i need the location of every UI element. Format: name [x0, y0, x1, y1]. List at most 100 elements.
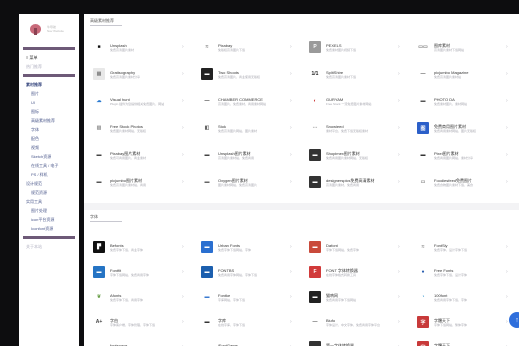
sidebar-item[interactable]: icon平台资源 — [19, 215, 79, 224]
sidebar-item[interactable]: 图片处理 — [19, 206, 79, 215]
resource-card[interactable]: ≈ FontSly 免费字体，设计字体下载 › — [412, 239, 516, 255]
sidebar-item[interactable]: 规范资源 — [19, 188, 79, 197]
chevron-right-icon[interactable]: › — [506, 71, 508, 77]
sidebar-item[interactable]: 热门推荐 — [19, 62, 79, 71]
resource-card[interactable]: ▬fontspace免费字体下载网站› — [88, 339, 192, 346]
sidebar-item[interactable]: 关于本站 — [19, 242, 79, 251]
sidebar-item[interactable]: Sketch资源 — [19, 152, 79, 161]
chevron-right-icon[interactable]: › — [290, 319, 292, 325]
chevron-right-icon[interactable]: › — [398, 179, 400, 185]
resource-card[interactable]: ▭▭ 图库素材 高清图片素材下载网站 › — [412, 39, 516, 55]
resource-card[interactable]: ≈ Pixabay 免版权高清图片下载 › — [196, 39, 300, 55]
sidebar-item[interactable]: 视频 — [19, 143, 79, 152]
resource-card[interactable]: ▛ Befonts 免费字体下载，商业字体 › — [88, 239, 192, 255]
chevron-right-icon[interactable]: › — [506, 294, 508, 300]
resource-card[interactable]: ▬ FONTBS 免费商用字体网站，字体下载 › — [196, 264, 300, 280]
resource-card[interactable]: ◧ Stok 免费高清图片网站，图片素材 › — [196, 120, 300, 136]
sidebar-item[interactable]: 高级素材推荐 — [19, 116, 79, 125]
chevron-right-icon[interactable]: › — [398, 244, 400, 250]
chevron-right-icon[interactable]: › — [290, 44, 292, 50]
resource-card[interactable]: 字字體天下 字体下载网站，繁体字体 › — [412, 314, 516, 330]
chevron-right-icon[interactable]: › — [290, 125, 292, 131]
chevron-right-icon[interactable]: › — [182, 319, 184, 325]
resource-card[interactable]: ▬ Fontfit 字体下载网站，免费商用字体 › — [88, 264, 192, 280]
chevron-right-icon[interactable]: › — [506, 179, 508, 185]
chevron-right-icon[interactable]: › — [398, 294, 400, 300]
chevron-right-icon[interactable]: › — [182, 98, 184, 104]
site-logo[interactable]: 牛导航 Nav Website — [19, 14, 79, 44]
resource-card[interactable]: 1/1 SplitShire 免费高清图片素材下载 › — [304, 66, 408, 82]
chevron-right-icon[interactable]: › — [398, 152, 400, 158]
sidebar-item[interactable]: 图标 — [19, 107, 79, 116]
chevron-right-icon[interactable]: › — [182, 244, 184, 250]
chevron-right-icon[interactable]: › — [398, 98, 400, 104]
sidebar-item[interactable]: 实用工具 — [19, 197, 79, 206]
resource-card[interactable]: ▬iFontGame游戏字体下载网站› — [196, 339, 300, 346]
resource-card[interactable]: ▬ Urban Fonts 免费字体下载网站，字体 › — [196, 239, 300, 255]
chevron-right-icon[interactable]: › — [398, 125, 400, 131]
sidebar-item[interactable]: 配色 — [19, 134, 79, 143]
sidebar-item[interactable]: ≡ 菜单 — [19, 53, 79, 62]
resource-card[interactable]: ▬ Oxygen图片素材 图片素材网站，免费高清图片 › — [196, 174, 300, 190]
chevron-right-icon[interactable]: › — [398, 319, 400, 325]
resource-card[interactable]: ▬ designerspics免费高清素材 高清图片素材，免费商用 › — [304, 174, 408, 190]
resource-card[interactable]: ▬ Unsplash图片素材 高清图片素材站，免费商用 › — [196, 147, 300, 163]
chevron-right-icon[interactable]: › — [290, 179, 292, 185]
chevron-right-icon[interactable]: › — [398, 269, 400, 275]
chevron-right-icon[interactable]: › — [182, 179, 184, 185]
chevron-right-icon[interactable]: › — [290, 269, 292, 275]
resource-card[interactable]: P PEXELS 免费素材图片视频下载 › — [304, 39, 408, 55]
chevron-right-icon[interactable]: › — [182, 294, 184, 300]
chevron-right-icon[interactable]: › — [182, 71, 184, 77]
chevron-right-icon[interactable]: › — [290, 152, 292, 158]
resource-card[interactable]: A+ 字由 字体客户端，字体管理，字体下载 › — [88, 314, 192, 330]
back-to-top-button[interactable]: ↑ — [509, 312, 519, 328]
chevron-right-icon[interactable]: › — [506, 98, 508, 104]
resource-card[interactable]: ▦ Gratisography 免费高清图片素材分享 › — [88, 66, 192, 82]
resource-card[interactable]: ▬ Shopimex图片素材 免费商用图片素材网站，无版权 › — [304, 147, 408, 163]
resource-card[interactable]: ● Free Fonts 免费字体下载，设计字体 › — [412, 264, 516, 280]
chevron-right-icon[interactable]: › — [182, 44, 184, 50]
resource-card[interactable]: — CHAMBER COMMERCE 高清图片，免费素材，商用素材网站 › — [196, 93, 300, 109]
resource-card[interactable]: ▬ Dafont 字体下载网站，免费字体 › — [304, 239, 408, 255]
resource-card[interactable]: ■ Unsplash 免费高清图片素材 › — [88, 39, 192, 55]
chevron-right-icon[interactable]: › — [506, 152, 508, 158]
sidebar-item[interactable]: 图片 — [19, 89, 79, 98]
chevron-right-icon[interactable]: › — [506, 125, 508, 131]
sidebar-item[interactable]: UI — [19, 98, 79, 107]
chevron-right-icon[interactable]: › — [290, 294, 292, 300]
resource-card[interactable]: ▬第一字体转换器在线字体转换工具› — [304, 339, 408, 346]
resource-card[interactable]: ▭ Foodiesfeed免费图片 免费食物图片素材下载，美食 › — [412, 174, 516, 190]
resource-card[interactable]: ▬ Pixel图片素材 免费商用图片网站，素材分享 › — [412, 147, 516, 163]
resource-card[interactable]: ▬ PHOTO DA 免费素材图片，素材网站 › — [412, 93, 516, 109]
resource-card[interactable]: — Biufo 字体设计，中文字体，免费商用字体平台 › — [304, 314, 408, 330]
sidebar-item[interactable]: PS / 样机 — [19, 170, 79, 179]
chevron-right-icon[interactable]: › — [182, 152, 184, 158]
chevron-right-icon[interactable]: › — [398, 44, 400, 50]
resource-card[interactable]: ▬ 字库 在线字库，字体下载 › — [196, 314, 300, 330]
sidebar-item[interactable]: 设计规范 — [19, 179, 79, 188]
sidebar-item[interactable]: 素材推荐 — [19, 80, 79, 89]
chevron-right-icon[interactable]: › — [290, 244, 292, 250]
resource-card[interactable]: ◐ GURYAM Free Stock 一流免费图片素材网站 › — [304, 93, 408, 109]
chevron-right-icon[interactable]: › — [290, 71, 292, 77]
resource-card[interactable]: ◔ 100font 免费商用字体下载，字体 › — [412, 289, 516, 305]
sidebar-item[interactable]: 在线工具 / 电子 — [19, 161, 79, 170]
resource-card[interactable]: — picjumbo Magazine 免费高清图片素材站 › — [412, 66, 516, 82]
chevron-right-icon[interactable]: › — [506, 269, 508, 275]
chevron-right-icon[interactable]: › — [506, 319, 508, 325]
chevron-right-icon[interactable]: › — [506, 244, 508, 250]
resource-card[interactable]: ▬ picjumbo图片素材 免费高清图片素材站，商用 › — [88, 174, 192, 190]
chevron-right-icon[interactable]: › — [182, 269, 184, 275]
resource-card[interactable]: ⋯ Snowieed 素材平台，免费下载无版权素材 › — [304, 120, 408, 136]
chevron-right-icon[interactable]: › — [398, 71, 400, 77]
resource-card[interactable]: ▬ Pixabay图片素材 免费可商用图片，商业素材 › — [88, 147, 192, 163]
resource-card[interactable]: ▬ Two Shoots 免费高清图片，商业使用无版权 › — [196, 66, 300, 82]
resource-card[interactable]: ▬ Fontke 字库网站，字体下载 › — [196, 289, 300, 305]
sidebar-item[interactable]: Iconfont资源 — [19, 224, 79, 233]
sidebar-item[interactable]: 字体 — [19, 125, 79, 134]
resource-card[interactable]: ▬ 猫啃网 免费商用字体下载网站 › — [304, 289, 408, 305]
resource-card[interactable]: F FONT 字体转换器 在线字体格式转换工具 › — [304, 264, 408, 280]
resource-card[interactable]: ❦ Afonts 免费字体下载，商用字体 › — [88, 289, 192, 305]
resource-card[interactable]: ☁ Visual hunt Plugin 插件为您提供相关免费图片，网站 › — [88, 93, 192, 109]
